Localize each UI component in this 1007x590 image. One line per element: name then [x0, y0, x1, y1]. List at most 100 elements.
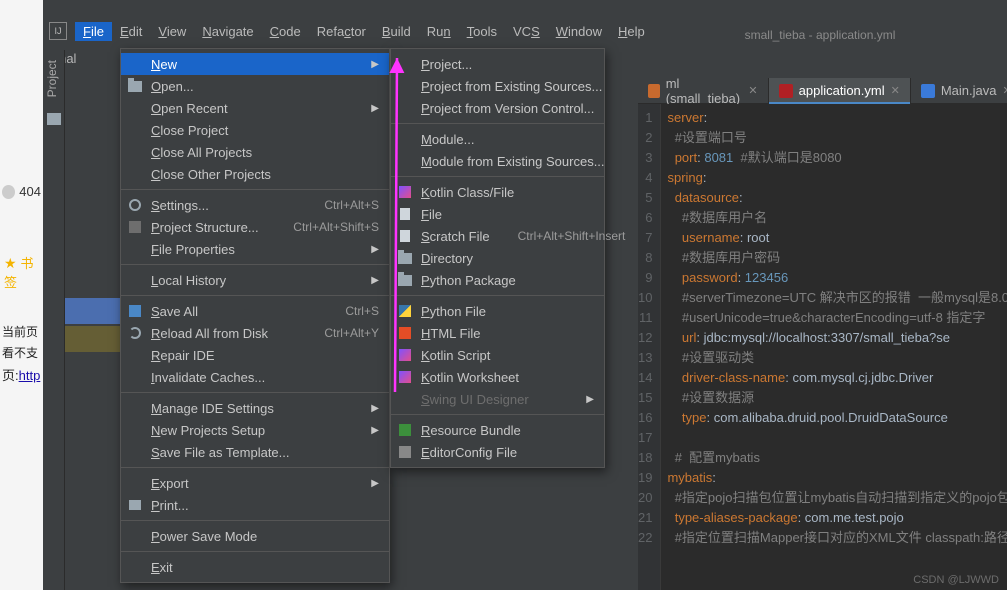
- new-menu-item-python-package[interactable]: Python Package: [391, 269, 604, 291]
- menu-build[interactable]: Build: [374, 22, 419, 41]
- code-line: [667, 428, 1007, 448]
- code-line: #userUnicode=true&characterEncoding=utf-…: [667, 308, 1007, 328]
- browser-tab[interactable]: 404: [0, 180, 43, 203]
- new-menu-item-project-from-version-control[interactable]: Project from Version Control...: [391, 97, 604, 119]
- gutter: 12345678910111213141516171819202122: [638, 104, 661, 590]
- kt-icon: [397, 184, 413, 200]
- file-menu-item-manage-ide-settings[interactable]: Manage IDE Settings▶: [121, 397, 389, 419]
- new-menu-item-swing-ui-designer: Swing UI Designer▶: [391, 388, 604, 410]
- menubar: IJ FileEditViewNavigateCodeRefactorBuild…: [43, 18, 1007, 44]
- code-line: #指定pojo扫描包位置让mybatis自动扫描到指定义的pojo包下: [667, 488, 1007, 508]
- file-menu-item-exit[interactable]: Exit: [121, 556, 389, 578]
- new-menu-item-file[interactable]: File: [391, 203, 604, 225]
- file-menu-item-open-recent[interactable]: Open Recent▶: [121, 97, 389, 119]
- file-menu-item-save-file-as-template[interactable]: Save File as Template...: [121, 441, 389, 463]
- code-line: server:: [667, 108, 1007, 128]
- chevron-right-icon: ▶: [371, 478, 379, 489]
- intellij-logo-icon: IJ: [49, 22, 67, 40]
- file-menu-item-invalidate-caches[interactable]: Invalidate Caches...: [121, 366, 389, 388]
- menu-edit[interactable]: Edit: [112, 22, 150, 41]
- code-line: driver-class-name: com.mysql.cj.jdbc.Dri…: [667, 368, 1007, 388]
- menu-window[interactable]: Window: [548, 22, 610, 41]
- file-menu-item-export[interactable]: Export▶: [121, 472, 389, 494]
- file-menu-item-new[interactable]: New▶: [121, 53, 389, 75]
- code-line: type: com.alibaba.druid.pool.DruidDataSo…: [667, 408, 1007, 428]
- file-menu-item-print[interactable]: Print...: [121, 494, 389, 516]
- menu-vcs[interactable]: VCS: [505, 22, 548, 41]
- menu-file[interactable]: File: [75, 22, 112, 41]
- folder-icon: [127, 78, 143, 94]
- file-menu-item-power-save-mode[interactable]: Power Save Mode: [121, 525, 389, 547]
- tab-application-yml[interactable]: application.yml✕: [769, 78, 911, 103]
- new-menu-item-module-from-existing-sources[interactable]: Module from Existing Sources...: [391, 150, 604, 172]
- new-menu-item-editorconfig-file[interactable]: EditorConfig File: [391, 441, 604, 463]
- new-menu-item-kotlin-class-file[interactable]: Kotlin Class/File: [391, 181, 604, 203]
- code-line: #数据库用户名: [667, 208, 1007, 228]
- file-menu-item-settings[interactable]: Settings...Ctrl+Alt+S: [121, 194, 389, 216]
- new-menu-item-project-from-existing-sources[interactable]: Project from Existing Sources...: [391, 75, 604, 97]
- close-icon[interactable]: ✕: [1002, 84, 1007, 97]
- menu-navigate[interactable]: Navigate: [194, 22, 261, 41]
- editor[interactable]: 12345678910111213141516171819202122 serv…: [638, 104, 1007, 590]
- new-menu-item-project[interactable]: Project...: [391, 53, 604, 75]
- menu-run[interactable]: Run: [419, 22, 459, 41]
- code-line: # 配置mybatis: [667, 448, 1007, 468]
- code-area[interactable]: server: #设置端口号 port: 8081 #默认端口是8080spri…: [661, 104, 1007, 590]
- code-line: type-aliases-package: com.me.test.pojo: [667, 508, 1007, 528]
- close-icon[interactable]: ✕: [891, 84, 900, 97]
- blank-icon: [127, 369, 143, 385]
- blank-icon: [397, 153, 413, 169]
- blank-icon: [127, 100, 143, 116]
- page-text: 页:http: [0, 363, 43, 386]
- file-menu-item-close-other-projects[interactable]: Close Other Projects: [121, 163, 389, 185]
- new-menu-item-resource-bundle[interactable]: Resource Bundle: [391, 419, 604, 441]
- file-menu-item-repair-ide[interactable]: Repair IDE: [121, 344, 389, 366]
- close-icon[interactable]: ✕: [748, 84, 757, 97]
- file-menu-item-close-all-projects[interactable]: Close All Projects: [121, 141, 389, 163]
- tab-main-java[interactable]: Main.java✕: [911, 78, 1007, 103]
- blank-icon: [397, 100, 413, 116]
- chevron-right-icon: ▶: [371, 275, 379, 286]
- menu-help[interactable]: Help: [610, 22, 653, 41]
- new-menu-item-scratch-file[interactable]: Scratch FileCtrl+Alt+Shift+Insert: [391, 225, 604, 247]
- blank-icon: [127, 400, 143, 416]
- blank-icon: [127, 422, 143, 438]
- new-menu-item-directory[interactable]: Directory: [391, 247, 604, 269]
- file-menu-item-file-properties[interactable]: File Properties▶: [121, 238, 389, 260]
- file-menu-item-save-all[interactable]: Save AllCtrl+S: [121, 300, 389, 322]
- new-menu-item-html-file[interactable]: HTML File: [391, 322, 604, 344]
- file-menu-item-open[interactable]: Open...: [121, 75, 389, 97]
- menu-tools[interactable]: Tools: [459, 22, 505, 41]
- blank-icon: [397, 56, 413, 72]
- file-menu-item-new-projects-setup[interactable]: New Projects Setup▶: [121, 419, 389, 441]
- project-tool-button[interactable]: Project: [43, 50, 61, 107]
- cfg-icon: [397, 444, 413, 460]
- chevron-right-icon: ▶: [371, 59, 379, 70]
- code-line: #指定位置扫描Mapper接口对应的XML文件 classpath:路径下: [667, 528, 1007, 548]
- new-submenu[interactable]: Project...Project from Existing Sources.…: [390, 48, 605, 468]
- blank-icon: [397, 131, 413, 147]
- chevron-right-icon: ▶: [371, 425, 379, 436]
- shortcut: Ctrl+Alt+S: [304, 198, 379, 212]
- new-menu-item-kotlin-script[interactable]: Kotlin Script: [391, 344, 604, 366]
- new-menu-item-kotlin-worksheet[interactable]: Kotlin Worksheet: [391, 366, 604, 388]
- chevron-right-icon: ▶: [371, 244, 379, 255]
- tab-ml-small-tieba-[interactable]: ml (small_tieba)✕: [638, 78, 769, 103]
- code-line: spring:: [667, 168, 1007, 188]
- new-menu-item-python-file[interactable]: Python File: [391, 300, 604, 322]
- menu-code[interactable]: Code: [262, 22, 309, 41]
- file-menu-item-local-history[interactable]: Local History▶: [121, 269, 389, 291]
- bun-icon: [397, 422, 413, 438]
- tool-window-bar[interactable]: Project: [43, 50, 65, 590]
- code-line: port: 8081 #默认端口是8080: [667, 148, 1007, 168]
- file-menu-item-reload-all-from-disk[interactable]: Reload All from DiskCtrl+Alt+Y: [121, 322, 389, 344]
- menu-view[interactable]: View: [150, 22, 194, 41]
- file-menu[interactable]: New▶Open...Open Recent▶Close ProjectClos…: [120, 48, 390, 583]
- blank-icon: [127, 56, 143, 72]
- menu-refactor[interactable]: Refactor: [309, 22, 374, 41]
- file-menu-item-project-structure[interactable]: Project Structure...Ctrl+Alt+Shift+S: [121, 216, 389, 238]
- chevron-right-icon: ▶: [586, 394, 594, 405]
- file-menu-item-close-project[interactable]: Close Project: [121, 119, 389, 141]
- kt-icon: [397, 369, 413, 385]
- new-menu-item-module[interactable]: Module...: [391, 128, 604, 150]
